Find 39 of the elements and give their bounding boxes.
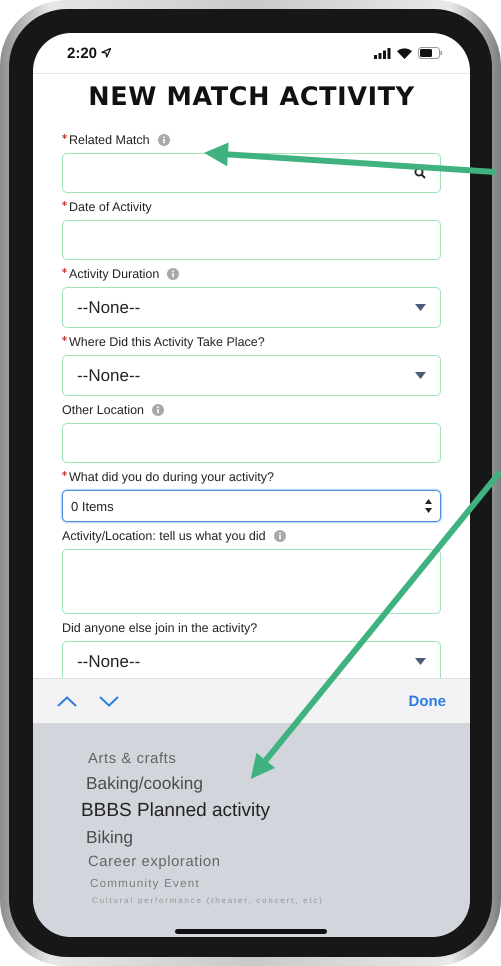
picker-option[interactable]: Biking	[86, 828, 133, 848]
status-time: 2:20	[67, 44, 98, 62]
field-label: Date of Activity	[69, 200, 152, 214]
wifi-icon	[397, 48, 412, 58]
battery-icon	[418, 47, 442, 59]
next-field-button[interactable]	[97, 694, 121, 708]
field-label: Activity/Location: tell us what you did	[62, 529, 266, 543]
field-label: What did you do during your activity?	[69, 470, 274, 484]
caret-down-icon	[415, 372, 426, 379]
picker-option[interactable]: Career exploration	[88, 854, 221, 871]
previous-field-button[interactable]	[55, 694, 79, 708]
dropdown-field[interactable]: --None--	[62, 287, 441, 328]
done-button[interactable]: Done	[406, 690, 448, 712]
picker-option[interactable]: Baking/cooking	[86, 774, 203, 794]
caret-down-icon	[415, 658, 426, 665]
signal-icon	[374, 48, 391, 58]
dropdown-field[interactable]: --None--	[62, 355, 441, 396]
field-label: Related Match	[69, 133, 150, 147]
picker-option[interactable]: Arts & crafts	[88, 751, 176, 768]
text-area-field[interactable]	[62, 549, 441, 614]
lookup-field[interactable]	[62, 153, 441, 193]
field-label: Where Did this Activity Take Place?	[69, 335, 265, 349]
picker-option[interactable]: BBBS Planned activity	[81, 800, 270, 822]
field-label: Did anyone else join in the activity?	[62, 621, 258, 635]
field-label: Activity Duration	[69, 267, 160, 281]
input-field[interactable]	[62, 423, 441, 463]
search-icon	[414, 167, 426, 179]
info-icon[interactable]	[152, 404, 164, 416]
info-icon[interactable]	[158, 134, 170, 146]
multi-select-field[interactable]: 0 Items	[62, 490, 441, 522]
caret-down-icon	[415, 304, 426, 311]
dropdown-field[interactable]: --None--	[62, 641, 441, 678]
field-label: Other Location	[62, 403, 144, 417]
input-field[interactable]	[62, 220, 441, 260]
page-title: NEW MATCH ACTIVITY	[87, 82, 416, 112]
info-icon[interactable]	[167, 268, 180, 280]
info-icon[interactable]	[274, 530, 286, 542]
stepper-icon	[425, 499, 432, 513]
location-arrow-icon	[101, 48, 112, 58]
